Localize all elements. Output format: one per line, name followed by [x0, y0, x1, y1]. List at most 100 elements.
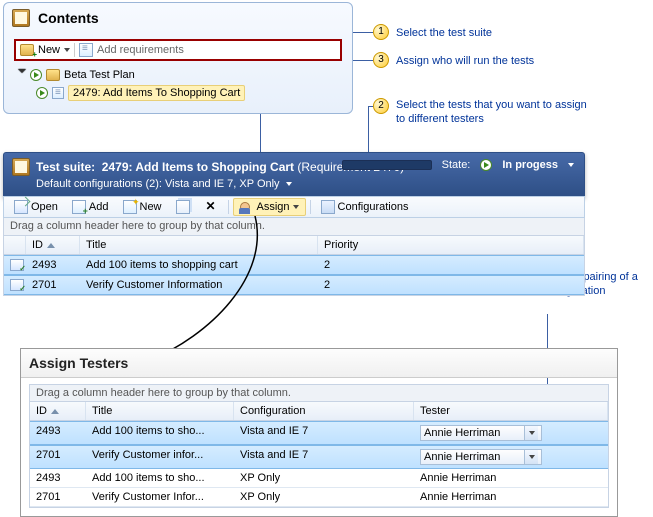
test-case-icon [10, 259, 24, 271]
cell-id: 2493 [26, 256, 80, 274]
cell-id: 2701 [26, 276, 80, 294]
cell-id: 2701 [30, 446, 86, 468]
cell-title: Add 100 items to sho... [86, 422, 234, 444]
chevron-down-icon[interactable] [64, 48, 70, 52]
tester-value: Annie Herriman [420, 491, 496, 503]
tree-root[interactable]: Beta Test Plan [18, 67, 338, 83]
col-title[interactable]: Title [80, 236, 318, 254]
folder-plus-icon [20, 44, 34, 56]
suite-prefix: Test suite: [36, 160, 95, 174]
tree-child-label: 2479: Add Items To Shopping Cart [68, 85, 245, 101]
chevron-down-icon[interactable] [524, 450, 538, 464]
cell-title: Verify Customer Information [80, 276, 318, 294]
col-config[interactable]: Configuration [234, 402, 414, 420]
play-icon [36, 87, 48, 99]
chevron-down-icon[interactable] [524, 426, 538, 440]
requirement-icon [79, 43, 93, 57]
add-button[interactable]: Add [66, 198, 115, 216]
assign-label: Assign [257, 201, 290, 213]
col-priority[interactable]: Priority [318, 236, 584, 254]
open-icon [14, 200, 28, 214]
cell-id: 2701 [30, 488, 86, 506]
callout-badge-2: 2 [373, 98, 389, 114]
chevron-down-icon[interactable] [293, 205, 299, 209]
contents-panel: Contents New Add requirements Beta Test … [3, 2, 353, 114]
test-grid: ID Title Priority 2493 Add 100 items to … [3, 236, 585, 296]
cell-priority: 2 [318, 276, 584, 294]
tester-value: Annie Herriman [424, 451, 500, 463]
progress-bar [342, 160, 432, 170]
copy-icon [176, 200, 190, 214]
group-by-hint[interactable]: Drag a column header here to group by th… [3, 218, 585, 236]
requirement-icon [52, 87, 64, 99]
table-row[interactable]: 2701Verify Customer infor...Vista and IE… [30, 445, 608, 469]
new-icon [123, 200, 137, 214]
tester-dropdown[interactable]: Annie Herriman [420, 425, 542, 441]
col-title[interactable]: Title [86, 402, 234, 420]
suite-toolbar: Open Add New ✕ Assign Configurations [3, 196, 585, 218]
sort-asc-icon [51, 409, 59, 414]
suite-icon [12, 158, 30, 176]
contents-title: Contents [38, 10, 99, 26]
configurations-icon [321, 200, 335, 214]
tree-child[interactable]: 2479: Add Items To Shopping Cart [18, 83, 338, 103]
cell-id: 2493 [30, 422, 86, 444]
cell-id: 2493 [30, 469, 86, 487]
test-suite-header: Test suite: 2479: Add Items to Shopping … [3, 152, 585, 197]
tester-value: Annie Herriman [420, 472, 496, 484]
table-row[interactable]: 2493 Add 100 items to shopping cart 2 [4, 255, 584, 275]
cell-title: Verify Customer infor... [86, 446, 234, 468]
table-row[interactable]: 2493Add 100 items to sho...Vista and IE … [30, 421, 608, 445]
configurations-label: Configurations [338, 201, 409, 213]
tree-root-label: Beta Test Plan [64, 69, 135, 81]
open-button[interactable]: Open [8, 198, 64, 216]
cell-config: Vista and IE 7 [234, 446, 414, 468]
cell-title: Add 100 items to shopping cart [80, 256, 318, 274]
configurations-button[interactable]: Configurations [315, 198, 415, 216]
expand-caret-icon[interactable] [18, 69, 26, 77]
test-case-icon [10, 279, 24, 291]
table-row[interactable]: 2701 Verify Customer Information 2 [4, 275, 584, 295]
delete-icon: ✕ [204, 200, 218, 214]
add-label: Add [89, 201, 109, 213]
col-id[interactable]: ID [30, 402, 86, 420]
add-requirements-label: Add requirements [97, 44, 184, 56]
callout-badge-1: 1 [373, 24, 389, 40]
col-blank[interactable] [4, 236, 26, 254]
assign-icon [240, 200, 254, 214]
callout-text-3: Assign who will run the tests [396, 54, 534, 68]
state-value[interactable]: In progess [502, 159, 558, 171]
new-label: New [38, 44, 60, 56]
cell-title: Verify Customer Infor... [86, 488, 234, 506]
suite-title: 2479: Add Items to Shopping Cart [102, 160, 294, 174]
cell-config: XP Only [234, 488, 414, 506]
table-row[interactable]: 2701Verify Customer Infor...XP Only Annie… [30, 488, 608, 507]
new-requirements-bar[interactable]: New Add requirements [14, 39, 342, 61]
contents-header: Contents [4, 3, 352, 33]
cell-title: Add 100 items to sho... [86, 469, 234, 487]
table-row[interactable]: 2493Add 100 items to sho...XP Only Annie … [30, 469, 608, 488]
book-icon [12, 9, 30, 27]
assign-button[interactable]: Assign [233, 198, 306, 216]
delete-button[interactable]: ✕ [198, 198, 224, 216]
assign-testers-panel: Assign Testers Drag a column header here… [20, 348, 618, 517]
cell-tester: Annie Herriman [414, 469, 608, 487]
tester-dropdown[interactable]: Annie Herriman [420, 449, 542, 465]
test-plan-tree: Beta Test Plan 2479: Add Items To Shoppi… [18, 67, 338, 103]
suite-config-line[interactable]: Default configurations (2): Vista and IE… [36, 178, 280, 190]
tester-value: Annie Herriman [424, 427, 500, 439]
open-label: Open [31, 201, 58, 213]
group-by-hint[interactable]: Drag a column header here to group by th… [29, 384, 609, 402]
play-icon [30, 69, 42, 81]
copy-button[interactable] [170, 198, 196, 216]
col-tester[interactable]: Tester [414, 402, 608, 420]
new-button[interactable]: New [117, 198, 168, 216]
col-id[interactable]: ID [26, 236, 80, 254]
chevron-down-icon[interactable] [286, 182, 292, 186]
cell-tester: Annie Herriman [414, 446, 608, 468]
new-label: New [140, 201, 162, 213]
cell-tester: Annie Herriman [414, 422, 608, 444]
assign-panel-title: Assign Testers [21, 349, 617, 378]
chevron-down-icon[interactable] [568, 163, 574, 167]
cell-config: XP Only [234, 469, 414, 487]
